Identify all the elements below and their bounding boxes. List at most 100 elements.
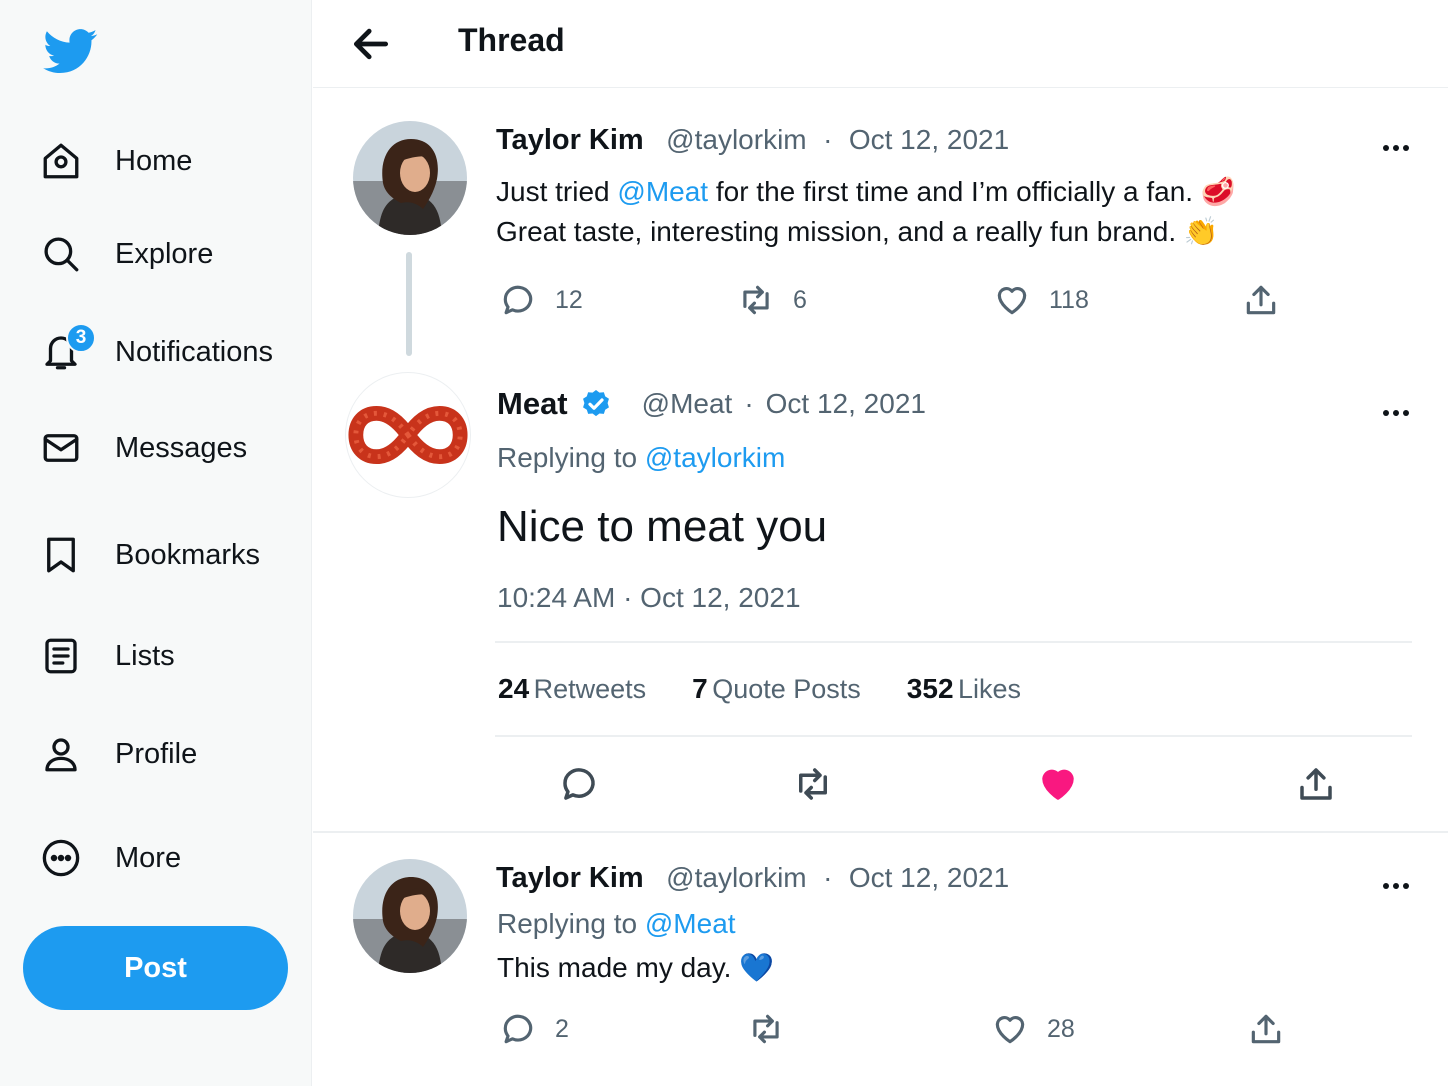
divider [495, 735, 1412, 737]
mention-link[interactable]: @taylorkim [645, 442, 785, 473]
reply-button[interactable]: 12 [499, 281, 583, 319]
retweet-button[interactable] [747, 1010, 785, 1048]
heart-icon [997, 287, 1027, 315]
sidebar-item-explore[interactable]: Explore [38, 224, 298, 284]
sidebar-item-label: Home [115, 144, 193, 177]
replying-to-label: Replying to [497, 442, 638, 473]
sidebar-item-lists[interactable]: Lists [38, 626, 298, 686]
sidebar-item-notifications[interactable]: 3 Notifications [38, 322, 298, 382]
sidebar-item-label: Lists [115, 639, 175, 672]
tweet-timestamp[interactable]: 10:24 AM · Oct 12, 2021 [497, 582, 801, 614]
tweet-date[interactable]: Oct 12, 2021 [849, 862, 1009, 893]
thread-header: Thread [313, 0, 1448, 88]
divider [313, 831, 1448, 833]
retweet-icon [753, 1014, 779, 1044]
tweet-2-header: Meat @Meat · Oct 12, 2021 [497, 386, 926, 422]
tweet-2-text: Nice to meat you [497, 502, 828, 551]
tweet-date[interactable]: Oct 12, 2021 [849, 124, 1009, 155]
main-column: Thread Taylor Kim @taylorkim · Oct 12, 2… [313, 0, 1448, 1086]
reply-button[interactable] [558, 763, 600, 805]
tweet-author-name[interactable]: Meat [497, 386, 568, 422]
like-button[interactable]: 118 [993, 281, 1089, 319]
stat-likes[interactable]: 352 Likes [907, 673, 1021, 705]
tweet-3-text: This made my day. 💙 [497, 952, 775, 983]
tweet-author-handle[interactable]: @taylorkim [666, 862, 806, 893]
reply-count: 12 [555, 285, 583, 314]
share-icon [1300, 768, 1332, 800]
share-icon [1246, 285, 1276, 315]
stat-quote-posts[interactable]: 7 Quote Posts [692, 673, 861, 705]
tweet-stats: 24 Retweets 7 Quote Posts 352 Likes [498, 673, 1021, 705]
retweet-button[interactable] [792, 763, 834, 805]
tweet-1-header: Taylor Kim @taylorkim · Oct 12, 2021 [496, 124, 1009, 157]
twitter-bird-icon[interactable] [40, 24, 102, 78]
search-icon [38, 231, 84, 277]
divider [495, 641, 1412, 643]
stat-label: Quote Posts [712, 674, 861, 704]
bookmark-icon [38, 532, 84, 578]
more-options-icon[interactable] [1383, 876, 1415, 889]
avatar-taylor-kim[interactable] [353, 121, 467, 235]
sidebar-item-bookmarks[interactable]: Bookmarks [38, 525, 298, 585]
like-button[interactable]: 28 [991, 1010, 1075, 1048]
mention-link[interactable]: @Meat [617, 176, 708, 207]
share-button[interactable] [1242, 281, 1280, 319]
sidebar-item-label: Messages [115, 431, 248, 464]
stat-value: 7 [692, 673, 708, 704]
person-icon [38, 731, 84, 777]
reply-count: 2 [555, 1014, 569, 1043]
sidebar-item-home[interactable]: Home [38, 131, 298, 191]
tweet-text: Great taste, interesting mission, and a … [496, 216, 1219, 247]
tweet-date[interactable]: Oct 12, 2021 [766, 388, 926, 420]
tweet-author-name[interactable]: Taylor Kim [496, 862, 644, 894]
list-icon [38, 633, 84, 679]
reply-icon [563, 768, 595, 800]
tweet-3-header: Taylor Kim @taylorkim · Oct 12, 2021 [496, 862, 1009, 895]
sidebar-item-more[interactable]: More [38, 828, 298, 888]
tweet-author-handle[interactable]: @Meat [642, 388, 733, 420]
retweet-icon [743, 285, 769, 315]
stat-label: Likes [957, 674, 1021, 704]
bell-icon: 3 [38, 323, 96, 375]
post-button[interactable]: Post [23, 926, 288, 1010]
sidebar-item-label: Explore [115, 237, 214, 270]
tweet-text: Just tried [496, 176, 618, 207]
tweet-author-handle[interactable]: @taylorkim [666, 124, 806, 155]
reply-icon [503, 1014, 533, 1044]
like-button[interactable] [1037, 763, 1079, 805]
like-count: 28 [1047, 1014, 1075, 1043]
stat-value: 352 [906, 673, 954, 704]
sidebar-item-label: Profile [115, 737, 198, 770]
sidebar-item-label: Notifications [115, 335, 273, 368]
share-button[interactable] [1247, 1010, 1285, 1048]
replying-to: Replying to @Meat [497, 908, 736, 940]
sidebar-item-label: Bookmarks [115, 538, 261, 571]
retweet-button[interactable]: 6 [737, 281, 807, 319]
sidebar-item-label: More [115, 841, 182, 874]
avatar-taylor-kim[interactable] [353, 859, 467, 973]
notification-badge: 3 [66, 323, 96, 353]
heart-filled-icon [1042, 769, 1074, 800]
mention-link[interactable]: @Meat [645, 908, 736, 939]
reply-button[interactable]: 2 [499, 1010, 569, 1048]
replying-to: Replying to @taylorkim [497, 442, 785, 474]
sidebar: Home Explore 3 Notifications Messages Bo… [0, 0, 312, 1086]
tweet-text: for the first time and I’m officially a … [708, 176, 1236, 207]
more-circle-icon [38, 835, 84, 881]
meta-separator: · [823, 862, 833, 893]
retweet-count: 6 [793, 285, 807, 314]
like-count: 118 [1049, 285, 1089, 314]
more-options-icon[interactable] [1383, 138, 1415, 151]
retweet-icon [799, 768, 827, 800]
home-icon [38, 138, 84, 184]
share-button[interactable] [1295, 763, 1337, 805]
sidebar-item-profile[interactable]: Profile [38, 724, 298, 784]
back-arrow-icon[interactable] [349, 22, 393, 66]
meta-separator: · [823, 124, 833, 155]
avatar-meat[interactable] [345, 372, 471, 498]
sidebar-item-messages[interactable]: Messages [38, 418, 298, 478]
verified-badge-icon [580, 388, 612, 420]
more-options-icon[interactable] [1383, 403, 1415, 416]
stat-retweets[interactable]: 24 Retweets [498, 673, 646, 705]
tweet-author-name[interactable]: Taylor Kim [496, 124, 644, 156]
